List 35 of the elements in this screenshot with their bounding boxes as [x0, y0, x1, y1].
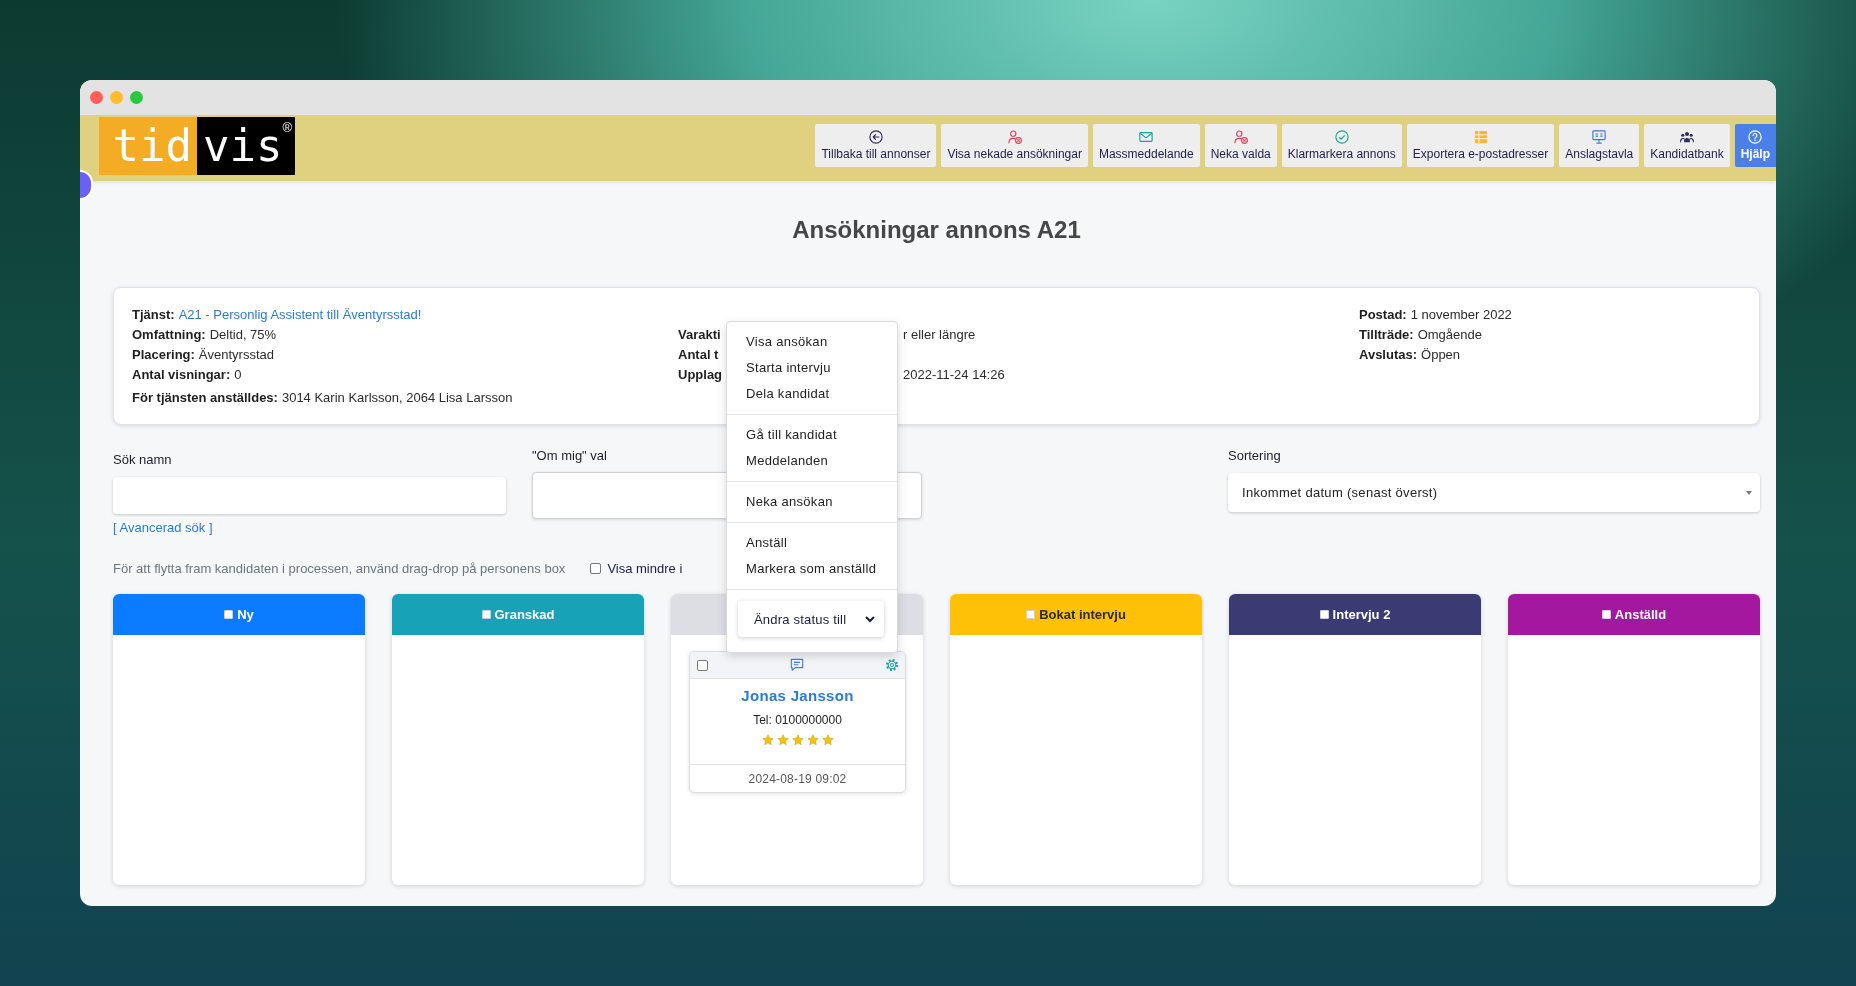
column-title: Intervju 2 — [1332, 607, 1391, 622]
field-label: Sök namn — [113, 451, 172, 469]
info-value: 1 november 2022 — [1410, 306, 1512, 324]
info-value: Deltid, 75% — [209, 326, 277, 344]
info-value: r eller längre — [903, 326, 976, 344]
info-label: Antal visningar: — [132, 366, 231, 384]
info-label: Antal t — [678, 346, 719, 364]
info-label: Upplag — [678, 366, 723, 384]
candidate-date: 2024-08-19 09:02 — [748, 771, 847, 786]
info-label: Postad: — [1359, 306, 1407, 324]
hint-text: För att flytta fram kandidaten i processen, använd drag-drop på personens box — [113, 560, 566, 576]
page-title: Ansökningar annons A21 — [792, 215, 1081, 245]
info-value: 2022-11-24 14:26 — [903, 366, 1005, 384]
info-value: 0 — [234, 366, 242, 384]
info-label: Tjänst: — [132, 306, 175, 324]
info-value: Äventyrsstad — [198, 346, 274, 364]
info-label: Varakti — [678, 326, 721, 344]
logo-text: tid — [99, 117, 197, 175]
info-label: Omfattning: — [132, 326, 206, 344]
info-label: Placering: — [132, 346, 195, 364]
column-title: Anställd — [1614, 607, 1667, 622]
info-label: Tillträde: — [1359, 326, 1414, 344]
logo-text: vis — [202, 119, 283, 173]
info-label: För tjänsten anställdes: — [132, 389, 278, 407]
column-title: Ny — [237, 607, 254, 622]
info-value: Omgående — [1417, 326, 1482, 344]
registered-mark: ® — [282, 121, 292, 135]
field-label: "Om mig" val — [532, 447, 607, 465]
field-label: Sortering — [1228, 447, 1281, 465]
column-title: Granskad — [494, 607, 555, 622]
info-label: Avslutas: — [1359, 346, 1418, 364]
info-value: Öppen — [1421, 346, 1461, 364]
info-value: 3014 Karin Karlsson, 2064 Lisa Larsson — [281, 389, 513, 407]
column-title: Bokat intervju — [1039, 607, 1126, 622]
candidate-phone: Tel: 0100000000 — [753, 712, 842, 729]
